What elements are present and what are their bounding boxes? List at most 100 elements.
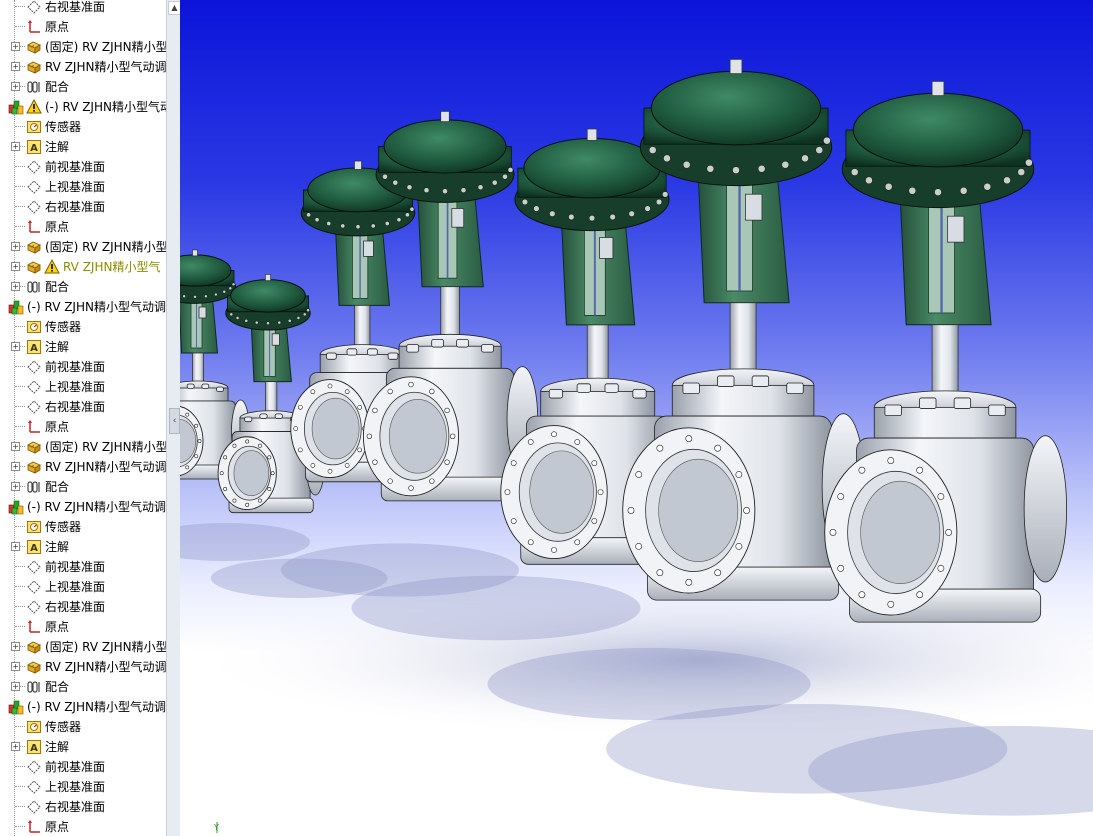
expand-toggle-icon[interactable]: + bbox=[11, 242, 20, 251]
flange-bolt-hole bbox=[635, 542, 643, 550]
tree-item[interactable]: 前视基准面 bbox=[0, 157, 166, 177]
vent-plug bbox=[586, 128, 598, 141]
tree-item[interactable]: 右视基准面 bbox=[0, 0, 166, 17]
tree-item[interactable]: + 配合 bbox=[0, 277, 166, 297]
mates-icon bbox=[26, 279, 42, 295]
expand-toggle-icon[interactable]: + bbox=[11, 742, 20, 751]
plane-icon bbox=[26, 179, 42, 195]
warning-icon bbox=[26, 98, 42, 115]
positioner-bracket bbox=[198, 306, 207, 319]
casing-bolt bbox=[306, 212, 311, 218]
tree-item[interactable]: + RV ZJHN精小型气动调 bbox=[0, 457, 166, 477]
assembly-icon bbox=[8, 499, 24, 515]
expand-toggle-icon[interactable]: + bbox=[11, 442, 20, 451]
mates-icon bbox=[26, 79, 42, 95]
flange-bolt-hole bbox=[574, 439, 581, 445]
tree-item[interactable]: + 配合 bbox=[0, 477, 166, 497]
graphics-viewport[interactable]: Y bbox=[180, 0, 1093, 836]
expand-toggle-icon[interactable]: + bbox=[11, 342, 20, 351]
tree-item[interactable]: + (固定) RV ZJHN精小型 bbox=[0, 37, 166, 57]
vent-plug bbox=[931, 81, 945, 96]
tree-item[interactable]: + (固定) RV ZJHN精小型 bbox=[0, 437, 166, 457]
tree-item[interactable]: 原点 bbox=[0, 617, 166, 637]
tree-item[interactable]: 传感器 bbox=[0, 717, 166, 737]
inlet-bore-inner bbox=[311, 397, 360, 460]
flange-bolt-hole bbox=[635, 471, 643, 478]
mates-icon bbox=[26, 479, 42, 495]
feature-manager-tree[interactable]: 右视基准面 原点 + (固定) RV ZJHN精小型 + RV ZJHN精小型气动调 + 配合… bbox=[0, 0, 166, 836]
tree-item[interactable]: 原点 bbox=[0, 817, 166, 836]
tree-item[interactable]: + (固定) RV ZJHN精小型 bbox=[0, 237, 166, 257]
expand-toggle-icon[interactable]: + bbox=[11, 462, 20, 471]
tree-item[interactable]: + A 注解 bbox=[0, 737, 166, 757]
casing-bolt bbox=[222, 290, 227, 294]
expand-toggle-icon[interactable]: + bbox=[11, 662, 20, 671]
vent-plug bbox=[265, 274, 271, 282]
control-valve bbox=[362, 111, 539, 502]
actuator-dome bbox=[852, 92, 1024, 168]
expand-toggle-icon[interactable]: + bbox=[11, 682, 20, 691]
plane-icon bbox=[26, 399, 42, 415]
flange-bolt-hole bbox=[510, 518, 517, 524]
tree-item[interactable]: 原点 bbox=[0, 17, 166, 37]
tree-item[interactable]: (-) RV ZJHN精小型气动 bbox=[0, 97, 166, 117]
expand-toggle-icon[interactable]: + bbox=[11, 642, 20, 651]
tree-item[interactable]: 原点 bbox=[0, 217, 166, 237]
expand-toggle-icon[interactable]: + bbox=[11, 142, 20, 151]
expand-toggle-icon[interactable]: + bbox=[11, 42, 20, 51]
casing-bolt bbox=[1025, 158, 1033, 167]
svg-text:A: A bbox=[30, 143, 38, 154]
flange-bolt bbox=[406, 344, 420, 353]
casing-bolt bbox=[355, 224, 361, 230]
flange-bolt-hole bbox=[887, 600, 895, 608]
expand-toggle-icon[interactable]: + bbox=[11, 482, 20, 491]
expand-toggle-icon[interactable]: + bbox=[11, 62, 20, 71]
tree-item[interactable]: + A 注解 bbox=[0, 337, 166, 357]
tree-item-label: 配合 bbox=[45, 480, 70, 494]
coordinate-triad-icon: Y bbox=[213, 822, 219, 833]
casing-bolt bbox=[757, 164, 766, 173]
tree-item[interactable]: + (固定) RV ZJHN精小型 bbox=[0, 637, 166, 657]
flange-bolt-hole bbox=[945, 529, 953, 536]
tree-item-label: (固定) RV ZJHN精小型 bbox=[45, 440, 166, 454]
tree-item[interactable]: + RV ZJHN精小型气动调 bbox=[0, 657, 166, 677]
tree-item[interactable]: 传感器 bbox=[0, 517, 166, 537]
tree-item[interactable]: 右视基准面 bbox=[0, 397, 166, 417]
tree-item-label: (-) RV ZJHN精小型气动 bbox=[45, 100, 166, 114]
tree-item[interactable]: 传感器 bbox=[0, 317, 166, 337]
tree-item[interactable]: + A 注解 bbox=[0, 537, 166, 557]
casing-bolt bbox=[229, 312, 234, 317]
tree-item[interactable]: (-) RV ZJHN精小型气动调 bbox=[0, 497, 166, 517]
tree-item[interactable]: 前视基准面 bbox=[0, 357, 166, 377]
tree-item[interactable]: 前视基准面 bbox=[0, 757, 166, 777]
tree-item[interactable]: 右视基准面 bbox=[0, 197, 166, 217]
tree-item[interactable]: + 配合 bbox=[0, 677, 166, 697]
expand-toggle-icon[interactable]: + bbox=[11, 282, 20, 291]
tree-item-label: 原点 bbox=[45, 820, 70, 834]
tree-item[interactable]: + RV ZJHN精小型气 bbox=[0, 257, 166, 277]
tree-item[interactable]: 上视基准面 bbox=[0, 377, 166, 397]
sensor-icon bbox=[26, 119, 42, 135]
collapse-panel-handle-icon[interactable]: ‹ bbox=[169, 408, 180, 434]
tree-item[interactable]: (-) RV ZJHN精小型气动调 bbox=[0, 297, 166, 317]
tree-item[interactable]: 右视基准面 bbox=[0, 797, 166, 817]
expand-toggle-icon[interactable]: + bbox=[11, 542, 20, 551]
tree-item[interactable]: 右视基准面 bbox=[0, 597, 166, 617]
tree-item[interactable]: + A 注解 bbox=[0, 137, 166, 157]
tree-item[interactable]: 上视基准面 bbox=[0, 177, 166, 197]
tree-item[interactable]: 前视基准面 bbox=[0, 557, 166, 577]
expand-toggle-icon[interactable]: + bbox=[11, 82, 20, 91]
flange-bolt-hole bbox=[408, 485, 414, 491]
tree-item[interactable]: 上视基准面 bbox=[0, 577, 166, 597]
expand-toggle-icon[interactable]: + bbox=[11, 262, 20, 271]
tree-item-label: RV ZJHN精小型气动调 bbox=[45, 660, 166, 674]
flange-bolt bbox=[259, 413, 268, 419]
tree-item[interactable]: + 配合 bbox=[0, 77, 166, 97]
tree-item[interactable]: 原点 bbox=[0, 417, 166, 437]
plane-icon bbox=[26, 379, 42, 395]
tree-item[interactable]: + RV ZJHN精小型气动调 bbox=[0, 57, 166, 77]
tree-item[interactable]: 上视基准面 bbox=[0, 777, 166, 797]
tree-item[interactable]: (-) RV ZJHN精小型气动调 bbox=[0, 697, 166, 717]
plane-icon bbox=[26, 359, 42, 375]
tree-item[interactable]: 传感器 bbox=[0, 117, 166, 137]
